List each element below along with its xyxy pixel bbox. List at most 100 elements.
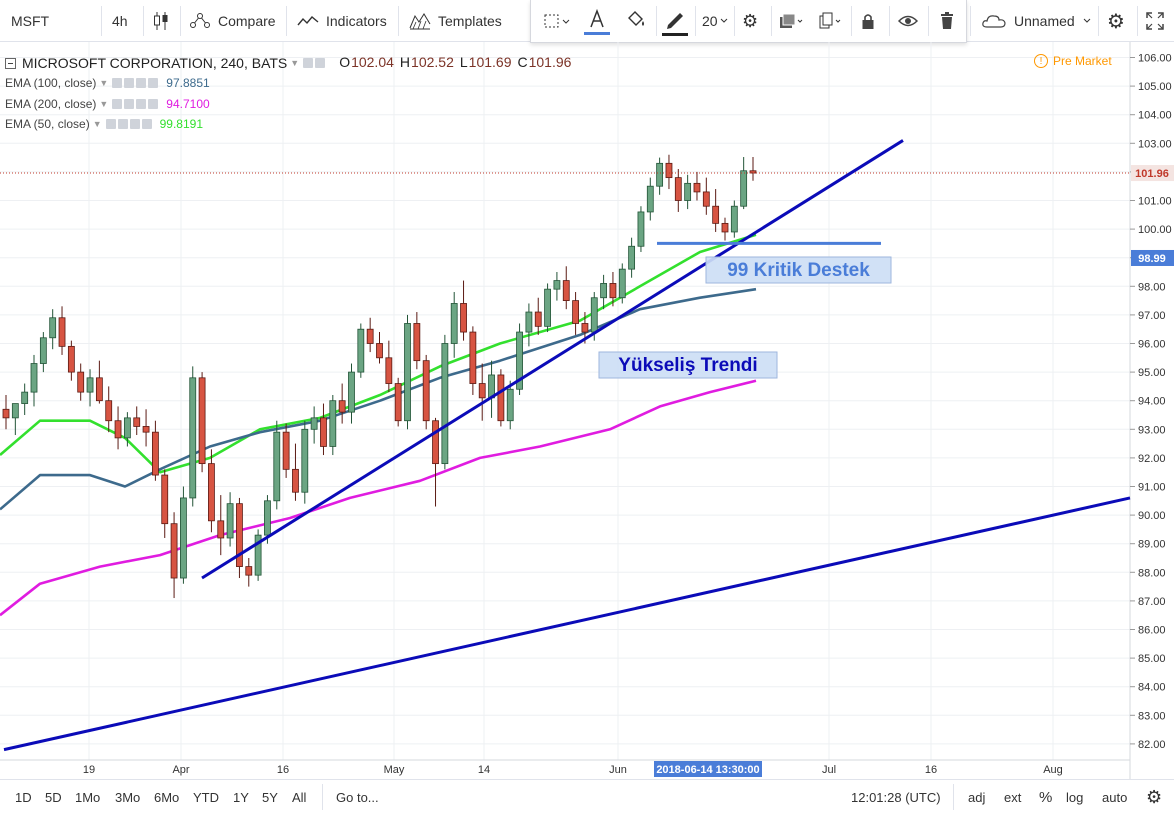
candle [320, 403, 327, 456]
candle-body [628, 245, 636, 270]
y-tick-label: 89.00 [1138, 539, 1166, 551]
range-label: 6Mo [154, 790, 180, 805]
range-button[interactable]: All [292, 780, 306, 814]
ema-legend-row[interactable]: EMA (100, close) ▼ 97.8851 [5, 76, 210, 90]
x-tick-label: Apr [172, 764, 189, 776]
lock-button[interactable] [861, 0, 875, 42]
settings-mini-icon[interactable] [124, 78, 135, 88]
layout-button[interactable]: Unnamed [982, 0, 1091, 42]
chart-properties-button[interactable]: ⚙ [1146, 780, 1162, 814]
scale-option-3[interactable]: log [1066, 780, 1083, 814]
candle-body [702, 191, 710, 207]
candle [702, 177, 710, 215]
symbol-search[interactable]: MSFT [11, 0, 71, 42]
range-button[interactable]: 6Mo [154, 780, 179, 814]
text-color-button[interactable] [584, 0, 610, 42]
add-icon[interactable] [136, 99, 147, 109]
annotation-callout[interactable]: Yükseliş Trendi [598, 351, 778, 379]
settings-button[interactable]: ⚙ [742, 0, 758, 42]
range-button[interactable]: 1Y [233, 780, 249, 814]
compare-label: Compare [218, 13, 276, 29]
add-icon[interactable] [129, 119, 140, 129]
last-price-tag[interactable]: 101.96 [1131, 165, 1174, 182]
compare-button[interactable]: Compare [189, 0, 276, 42]
trendline[interactable] [201, 139, 904, 580]
eye-toggle-icon[interactable] [112, 99, 123, 109]
symbol-title: MICROSOFT CORPORATION, 240, BATS [22, 55, 288, 71]
premarket-badge[interactable]: ! Pre Market [1034, 54, 1112, 68]
close-icon[interactable] [148, 99, 159, 109]
chart-style-button[interactable] [152, 0, 170, 42]
visual-order-button[interactable] [778, 0, 804, 42]
chevron-down-icon[interactable]: ▼ [93, 119, 102, 129]
price-axis[interactable]: 106.00105.00104.00103.00102.00101.00100.… [1130, 53, 1174, 751]
range-button[interactable]: 1Mo [75, 780, 100, 814]
range-label: 1Mo [75, 790, 101, 805]
add-icon[interactable] [136, 78, 147, 88]
templates-button[interactable]: Templates [409, 0, 502, 42]
range-button[interactable]: 5D [45, 780, 62, 814]
goto-button[interactable]: Go to... [336, 780, 379, 814]
annotation-callout[interactable]: 99 Kritik Destek [705, 256, 892, 284]
range-button[interactable]: 3Mo [115, 780, 140, 814]
collapse-icon[interactable] [5, 57, 16, 69]
chart-settings-button[interactable]: ⚙ [1107, 0, 1125, 42]
ema-name: EMA (200, close) [5, 97, 97, 111]
candle-body [292, 468, 299, 493]
y-tick-label: 88.00 [1138, 567, 1166, 579]
candle [114, 406, 122, 450]
candle-body [133, 417, 141, 427]
candle [310, 406, 318, 444]
line-color-button[interactable] [662, 0, 688, 42]
fill-color-button[interactable] [623, 0, 649, 42]
support-price-tag[interactable]: 98.99 [1131, 249, 1174, 266]
candle-body [572, 300, 579, 324]
candle-body [637, 211, 645, 247]
font-size-button[interactable]: 20 [702, 0, 728, 42]
range-button[interactable]: 1D [15, 780, 32, 814]
candle [208, 449, 215, 533]
selection-button[interactable] [543, 0, 571, 42]
fullscreen-button[interactable] [1146, 0, 1164, 42]
candle [646, 177, 654, 221]
clock-readout[interactable]: 12:01:28 (UTC) [851, 780, 941, 814]
time-axis[interactable]: 19 Apr 16 May 14 Jun Jul 16 Aug 2018-06-14 13:30:… [83, 761, 1063, 777]
candle [95, 360, 103, 404]
clone-button[interactable] [817, 0, 843, 42]
settings-mini-icon[interactable] [117, 119, 128, 129]
eye-toggle-icon[interactable] [105, 119, 116, 129]
delete-button[interactable] [940, 0, 954, 42]
close-icon[interactable] [148, 78, 159, 88]
range-button[interactable]: 5Y [262, 780, 278, 814]
range-button[interactable]: YTD [193, 780, 219, 814]
eye-toggle-icon[interactable] [112, 78, 123, 88]
ema-legend-row[interactable]: EMA (50, close) ▼ 99.8191 [5, 117, 203, 131]
scale-option-0[interactable]: adj [968, 780, 985, 814]
candle-body [656, 162, 664, 187]
chart-canvas[interactable]: 99 Kritik Destek Yükseliş Trendi 106.00 10… [0, 42, 1174, 779]
symbol-legend: MICROSOFT CORPORATION, 240, BATS ▼ O102.… [5, 54, 571, 72]
chevron-down-icon[interactable]: ▼ [99, 99, 108, 109]
scale-option-2[interactable]: % [1039, 780, 1052, 814]
scale-option-4[interactable]: auto [1102, 780, 1127, 814]
chevron-down-icon[interactable]: ▼ [290, 58, 299, 68]
visibility-button[interactable] [898, 0, 918, 42]
close-icon[interactable] [141, 119, 152, 129]
chart-area[interactable]: 99 Kritik Destek Yükseliş Trendi 106.00 10… [0, 42, 1174, 779]
indicators-button[interactable]: Indicators [297, 0, 387, 42]
interval-button[interactable]: 4h [112, 0, 128, 42]
chevron-down-icon[interactable]: ▼ [99, 78, 108, 88]
candle [628, 237, 636, 278]
ema-legend-row[interactable]: EMA (200, close) ▼ 94.7100 [5, 97, 210, 111]
eye-toggle-icon[interactable] [303, 58, 314, 68]
candle [637, 206, 645, 252]
candle-body [49, 317, 57, 339]
copy-icon [817, 12, 843, 30]
settings-mini-icon[interactable] [315, 58, 326, 68]
settings-mini-icon[interactable] [124, 99, 135, 109]
candle-body [432, 420, 439, 465]
toolbar-divider [1137, 6, 1138, 36]
candle-body [684, 182, 692, 201]
scale-option-1[interactable]: ext [1004, 780, 1021, 814]
candle-body [562, 280, 570, 302]
